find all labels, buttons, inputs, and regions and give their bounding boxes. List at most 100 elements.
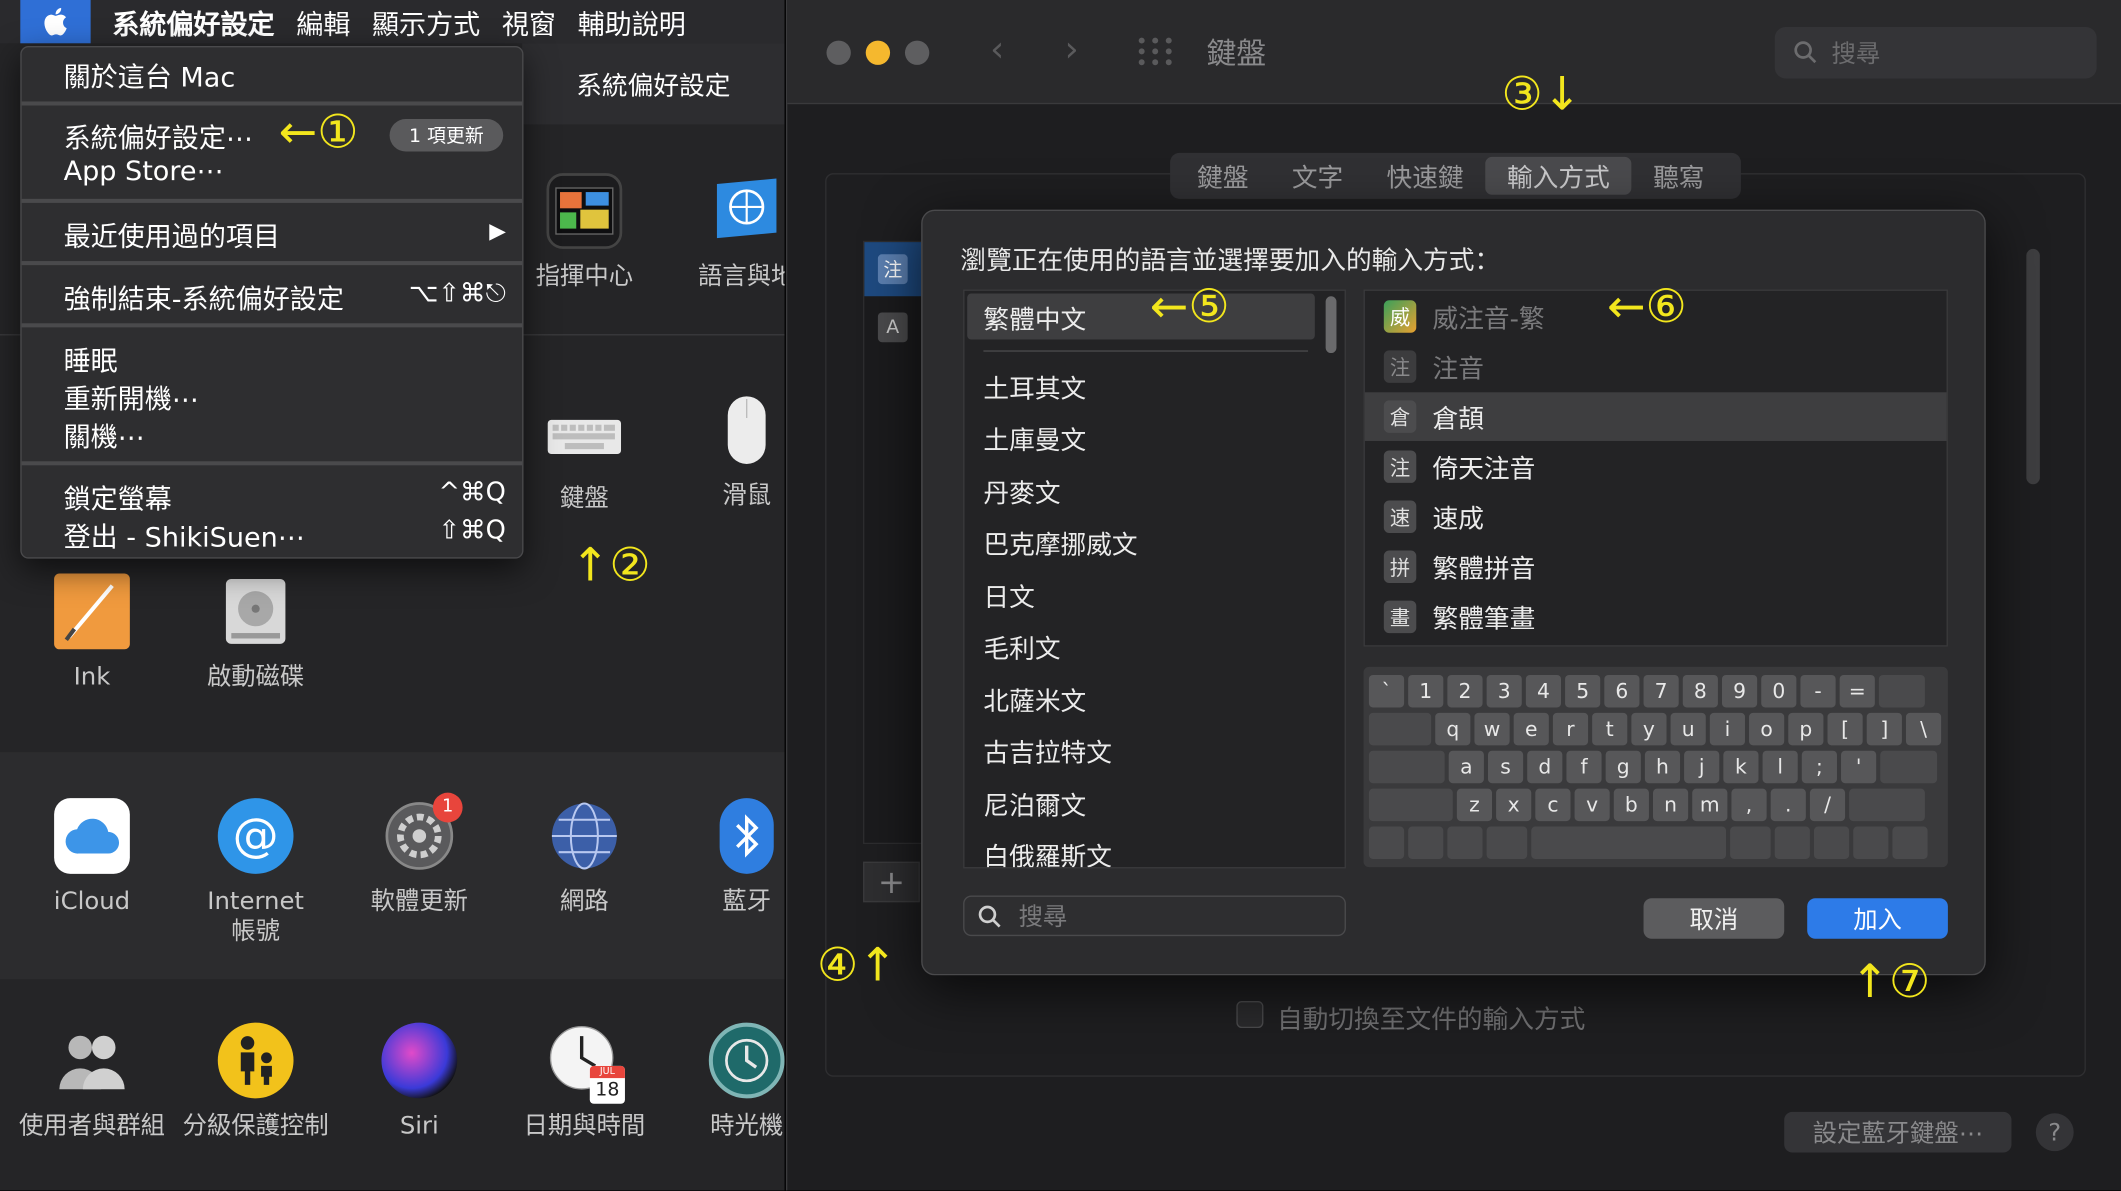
input-method-item-selected[interactable]: 倉 倉頡 (1364, 392, 1947, 441)
pref-icloud[interactable]: iCloud (11, 798, 173, 916)
grid-icon[interactable] (1136, 35, 1174, 73)
tab-keyboard[interactable]: 鍵盤 (1175, 157, 1270, 195)
language-item[interactable]: 北薩米文 (983, 682, 1086, 719)
keyboard-key: . (1770, 788, 1806, 822)
pref-date-time[interactable]: JUL 18 日期與時間 (503, 1023, 665, 1141)
auto-switch-checkbox[interactable] (1236, 1000, 1264, 1029)
pinyin-icon: 拼 (1383, 550, 1417, 584)
keyboard-key: 9 (1721, 674, 1758, 708)
language-item[interactable]: 尼泊爾文 (983, 786, 1086, 823)
pref-startup-disk[interactable]: 啟動磁碟 (174, 574, 336, 692)
forward-icon[interactable]: › (1065, 30, 1079, 71)
back-icon[interactable]: ‹ (990, 30, 1004, 71)
pref-mission-control[interactable]: 指揮中心 (503, 173, 665, 291)
tab-shortcuts[interactable]: 快速鍵 (1365, 157, 1485, 195)
menu-view[interactable]: 顯示方式 (372, 2, 480, 41)
tab-text[interactable]: 文字 (1270, 157, 1365, 195)
cancel-button[interactable]: 取消 (1643, 898, 1785, 939)
time-machine-icon (708, 1022, 785, 1099)
keyboard-key: \ (1905, 712, 1942, 746)
menu-item-lock-screen[interactable]: 鎖定螢幕 (64, 478, 172, 517)
language-scrollbar[interactable] (1325, 296, 1337, 354)
menu-system-preferences[interactable]: 系統偏好設定 (112, 2, 274, 41)
pref-ink[interactable]: Ink (11, 573, 173, 692)
language-item[interactable]: 丹麥文 (983, 473, 1060, 510)
vchewing-icon: 威 (1383, 300, 1417, 333)
input-method-item[interactable]: 注 倚天注音 (1365, 442, 1947, 491)
bluetooth-icon (719, 798, 774, 874)
keyboard-key: s (1487, 750, 1524, 784)
keyboard-key: l (1762, 750, 1798, 784)
annotation-step-7: ↑⑦ (1850, 955, 1931, 1010)
language-item[interactable]: 古吉拉特文 (983, 733, 1112, 770)
scrollbar[interactable] (2026, 248, 2040, 485)
pref-siri[interactable]: Siri (338, 1022, 500, 1141)
menu-help[interactable]: 輔助說明 (578, 2, 686, 41)
ink-icon (54, 573, 130, 650)
keyboard-key: 8 (1682, 674, 1718, 708)
pref-bluetooth[interactable]: 藍牙 (666, 798, 785, 916)
language-item[interactable]: 土庫曼文 (983, 421, 1086, 458)
keyboard-key: i (1709, 712, 1745, 746)
pref-label: 啟動磁碟 (206, 662, 305, 692)
pref-parental-controls[interactable]: 分級保護控制 (174, 1022, 336, 1141)
menu-item-force-quit[interactable]: 強制結束-系統偏好設定 (64, 277, 344, 316)
apple-menu-icon[interactable] (20, 0, 91, 44)
language-item-selected[interactable]: 繁體中文 (983, 300, 1086, 337)
force-quit-shortcut: ⌥⇧⌘⎋ (408, 278, 506, 309)
menu-item-system-preferences[interactable]: 系統偏好設定⋯ (64, 116, 253, 155)
menu-item-logout[interactable]: 登出 - ShikiSuen⋯ (64, 515, 305, 554)
pref-label: iCloud (53, 887, 131, 916)
keyboard-spacebar (1531, 826, 1727, 859)
menu-item-about-mac[interactable]: 關於這台 Mac (64, 55, 236, 94)
toolbar-search-field[interactable]: 搜尋 (1774, 27, 2097, 79)
add-source-button[interactable]: + (863, 861, 920, 903)
input-method-label: 注音 (1432, 353, 1484, 384)
language-item[interactable]: 巴克摩挪威文 (983, 525, 1137, 562)
system-preferences-window: 系統偏好設定 編輯 顯示方式 視窗 輔助說明 系統偏好設定 指揮中心 語言與地 (0, 0, 785, 1191)
menu-item-sleep[interactable]: 睡眠 (64, 340, 118, 379)
pref-mouse[interactable]: 滑鼠 (666, 392, 785, 510)
tab-input-sources[interactable]: 輸入方式 (1485, 156, 1632, 195)
zoom-button[interactable] (904, 40, 930, 65)
help-button[interactable]: ? (2035, 1113, 2074, 1152)
language-item[interactable]: 土耳其文 (983, 369, 1086, 406)
pref-network[interactable]: 網路 (503, 798, 665, 916)
keyboard-row: q w e r t y u i o p[] \ (1368, 712, 1942, 746)
input-method-item[interactable]: 拼 繁體拼音 (1365, 542, 1947, 591)
language-item[interactable]: 白俄羅斯文 (983, 837, 1112, 867)
pref-keyboard[interactable]: 鍵盤 (503, 403, 665, 513)
menu-edit[interactable]: 編輯 (296, 2, 350, 41)
setup-bluetooth-keyboard-button[interactable]: 設定藍牙鍵盤⋯ (1784, 1111, 2012, 1153)
dialog-search-field[interactable]: 搜尋 (963, 895, 1346, 937)
language-item[interactable]: 日文 (983, 578, 1034, 615)
annotation-step-5: ←⑤ (1149, 280, 1230, 335)
mission-control-icon (546, 173, 623, 249)
input-method-item[interactable]: 畫 繁體筆畫 (1365, 592, 1947, 641)
add-button[interactable]: 加入 (1807, 898, 1948, 939)
menu-item-restart[interactable]: 重新開機⋯ (64, 377, 199, 416)
keyboard-key (1368, 750, 1445, 784)
pref-software-update[interactable]: 1 軟體更新 (338, 792, 500, 916)
abc-source-icon[interactable]: A (877, 312, 908, 343)
pref-time-machine[interactable]: 時光機 (666, 1022, 785, 1141)
input-method-item[interactable]: 速 速成 (1365, 492, 1947, 541)
keyboard-key: o (1749, 712, 1785, 746)
close-button[interactable] (826, 40, 851, 65)
pref-internet-accounts[interactable]: @ Internet 帳號 (174, 798, 336, 946)
keyboard-key (1486, 826, 1528, 859)
language-item[interactable]: 毛利文 (983, 629, 1060, 666)
pref-language-region[interactable]: 語言與地 (666, 173, 785, 291)
calendar-month: JUL (589, 1065, 625, 1079)
menu-item-app-store[interactable]: App Store⋯ (64, 154, 224, 186)
pref-users-groups[interactable]: 使用者與群組 (11, 1023, 173, 1141)
menu-item-shutdown[interactable]: 關機⋯ (64, 415, 145, 454)
menu-item-recent-items[interactable]: 最近使用過的項目 (64, 215, 280, 254)
minimize-button[interactable] (865, 40, 891, 65)
keyboard-key: ` (1368, 674, 1405, 708)
menu-window[interactable]: 視窗 (502, 2, 556, 41)
dialog-prompt: 瀏覽正在使用的語言並選擇要加入的輸入方式： (960, 246, 1501, 276)
tab-dictation[interactable]: 聽寫 (1631, 157, 1726, 195)
keyboard-icon (546, 403, 622, 471)
keyboard-key (1730, 826, 1771, 859)
